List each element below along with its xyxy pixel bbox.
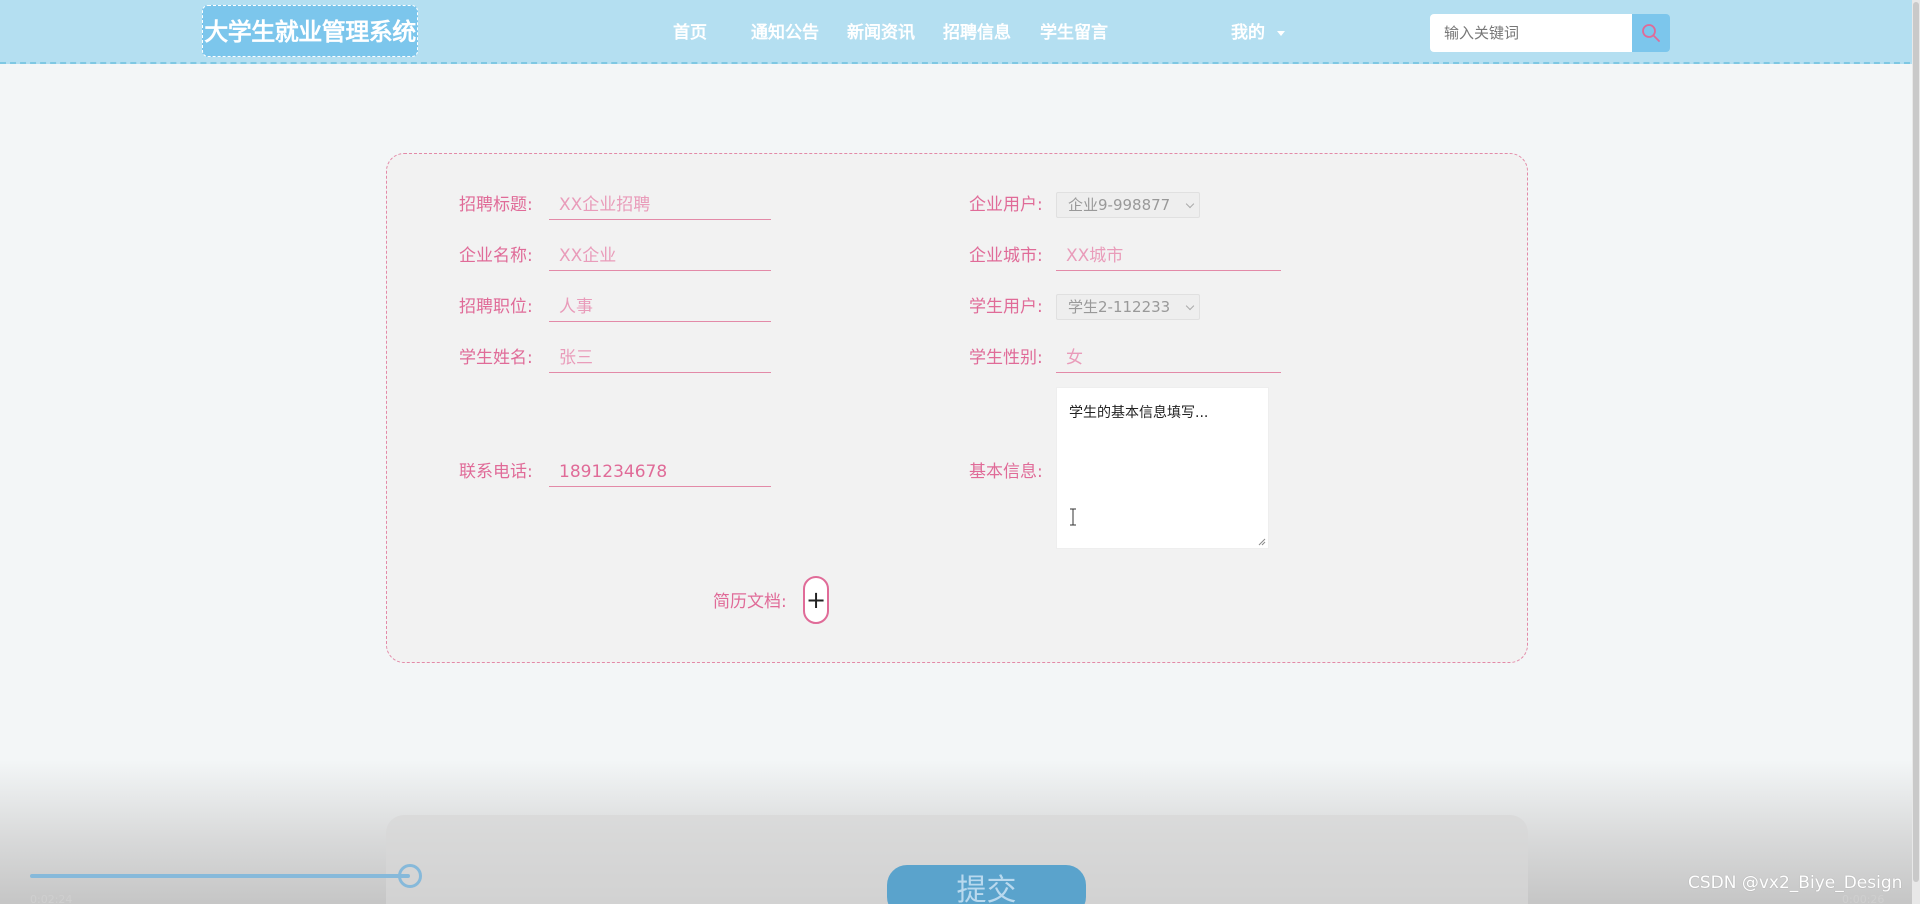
caret-down-icon (1277, 30, 1285, 36)
recruit-title-label: 招聘标题: (459, 195, 533, 215)
company-user-label: 企业用户: (969, 195, 1043, 215)
resume-label: 简历文档: (713, 592, 787, 612)
basic-info-text: 学生的基本信息填写... (1069, 405, 1209, 421)
nav-mine-label: 我的 (1231, 23, 1265, 43)
recruitment-form-panel (386, 153, 1528, 663)
recruit-title-field[interactable]: XX企业招聘 (549, 190, 771, 220)
plus-icon: + (805, 586, 827, 614)
nav-home[interactable]: 首页 (673, 0, 707, 64)
resume-upload-button[interactable]: + (803, 576, 829, 624)
site-logo[interactable]: 大学生就业管理系统 (202, 5, 418, 57)
student-user-select[interactable]: 学生2-112233 (1056, 294, 1200, 320)
student-name-field[interactable]: 张三 (549, 343, 771, 373)
search-button[interactable] (1632, 14, 1670, 52)
phone-field[interactable]: 1891234678 (549, 457, 771, 487)
remaining-time: 0:00:26 (1842, 893, 1885, 904)
student-name-label: 学生姓名: (459, 348, 533, 368)
student-gender-field[interactable]: 女 (1056, 343, 1281, 373)
video-progress-bar[interactable] (30, 874, 410, 878)
company-name-field[interactable]: XX企业 (549, 241, 771, 271)
chevron-down-icon (1185, 301, 1195, 311)
chevron-down-icon (1185, 199, 1195, 209)
student-user-label: 学生用户: (969, 297, 1043, 317)
basic-info-textarea[interactable]: 学生的基本信息填写... (1056, 387, 1269, 549)
video-progress-knob[interactable] (398, 864, 422, 888)
scrollbar-thumb[interactable] (1913, 2, 1919, 882)
position-label: 招聘职位: (459, 297, 533, 317)
search-input[interactable] (1430, 14, 1632, 52)
company-user-value: 企业9-998877 (1068, 196, 1171, 214)
resize-grip-icon[interactable] (1258, 538, 1266, 546)
page-scrollbar[interactable] (1912, 0, 1920, 904)
search-icon (1642, 24, 1660, 42)
student-gender-label: 学生性别: (969, 348, 1043, 368)
text-cursor-icon (1070, 508, 1076, 526)
submit-button[interactable]: 提交 (887, 865, 1086, 904)
watermark: CSDN @vx2_Biye_Design (1688, 873, 1903, 893)
nav-recruitment[interactable]: 招聘信息 (943, 0, 1011, 64)
nav-mine-dropdown[interactable]: 我的 (1231, 0, 1285, 64)
student-user-value: 学生2-112233 (1068, 298, 1171, 316)
company-name-label: 企业名称: (459, 246, 533, 266)
position-field[interactable]: 人事 (549, 292, 771, 322)
phone-label: 联系电话: (459, 462, 533, 482)
basic-info-label: 基本信息: (969, 462, 1043, 482)
company-city-field[interactable]: XX城市 (1056, 241, 1281, 271)
nav-news[interactable]: 新闻资讯 (847, 0, 915, 64)
company-user-select[interactable]: 企业9-998877 (1056, 192, 1200, 218)
company-city-label: 企业城市: (969, 246, 1043, 266)
top-navbar: 大学生就业管理系统 首页 通知公告 新闻资讯 招聘信息 学生留言 我的 (0, 0, 1920, 64)
nav-notices[interactable]: 通知公告 (751, 0, 819, 64)
elapsed-time: 0:02:24 (30, 893, 73, 904)
nav-messages[interactable]: 学生留言 (1040, 0, 1108, 64)
